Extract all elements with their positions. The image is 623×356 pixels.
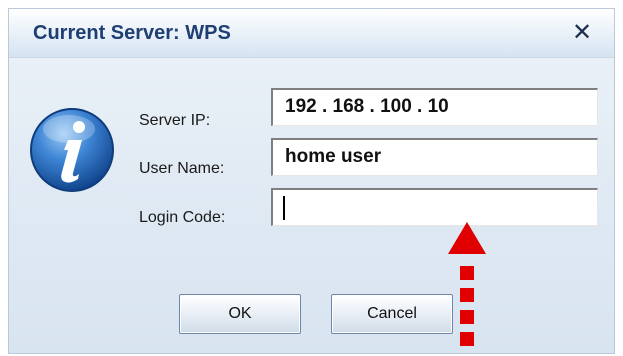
login-code-label: Login Code:	[139, 209, 226, 226]
login-dialog: Current Server: WPS ✕ Server IP: 192 . 1…	[8, 8, 615, 354]
user-name-field[interactable]: home user	[271, 138, 598, 176]
text-cursor	[283, 196, 285, 220]
cancel-button[interactable]: Cancel	[331, 294, 453, 334]
ok-button[interactable]: OK	[179, 294, 301, 334]
info-icon	[30, 108, 114, 192]
server-ip-label: Server IP:	[139, 112, 211, 129]
user-name-label: User Name:	[139, 160, 225, 177]
annotation-arrow-dash	[460, 332, 474, 346]
login-code-field[interactable]	[271, 188, 598, 226]
dialog-title: Current Server: WPS	[33, 22, 231, 44]
annotation-arrow-dash	[460, 266, 474, 280]
annotation-arrow-dash	[460, 310, 474, 324]
annotation-arrow-dash	[460, 288, 474, 302]
server-ip-field[interactable]: 192 . 168 . 100 . 10	[271, 88, 598, 126]
close-icon[interactable]: ✕	[570, 21, 594, 45]
annotation-arrow-head	[448, 222, 486, 254]
title-bar[interactable]: Current Server: WPS ✕	[9, 9, 614, 58]
